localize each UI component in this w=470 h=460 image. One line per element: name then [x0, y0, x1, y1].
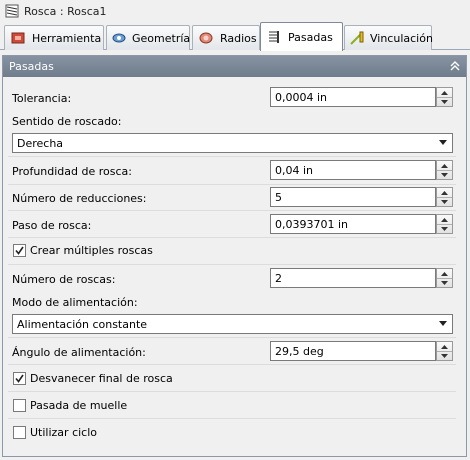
- feed-angle-field[interactable]: 29,5 deg: [270, 341, 436, 361]
- spin-up-icon[interactable]: [437, 215, 452, 224]
- multiple-threads-checkbox[interactable]: Crear múltiples roscas: [13, 244, 153, 257]
- tab-pasadas[interactable]: Pasadas: [260, 22, 343, 51]
- reductions-field[interactable]: 5: [270, 187, 436, 207]
- thread-count-field[interactable]: 2: [270, 268, 436, 288]
- spin-down-icon[interactable]: [437, 351, 452, 360]
- tolerance-label: Tolerancia:: [12, 92, 72, 105]
- feed-angle-label: Ángulo de alimentación:: [12, 346, 146, 359]
- tab-bar: Herramienta Geometría Radios Pasadas Vin…: [0, 22, 470, 51]
- divider: [8, 337, 456, 338]
- reductions-spinner[interactable]: [436, 187, 453, 207]
- spring-pass-checkbox[interactable]: Pasada de muelle: [13, 399, 127, 412]
- title-bar: Rosca : Rosca1: [0, 0, 470, 22]
- collapse-icon[interactable]: [447, 58, 463, 74]
- spin-down-icon[interactable]: [437, 224, 452, 233]
- tab-radios[interactable]: Radios: [192, 25, 260, 50]
- direction-label: Sentido de roscado:: [12, 115, 122, 128]
- feed-angle-spinner[interactable]: [436, 341, 453, 361]
- direction-select[interactable]: Derecha: [12, 133, 453, 153]
- divider: [8, 264, 456, 265]
- spin-down-icon[interactable]: [437, 97, 452, 106]
- pitch-label: Paso de rosca:: [12, 219, 92, 232]
- checkbox-box[interactable]: [13, 426, 26, 439]
- checkbox-box[interactable]: [13, 244, 26, 257]
- tolerance-field[interactable]: 0,0004 in: [270, 87, 436, 107]
- tolerance-spinner[interactable]: [436, 87, 453, 107]
- panel-title: Pasadas: [9, 60, 54, 73]
- geometry-icon: [111, 30, 127, 46]
- spin-down-icon[interactable]: [437, 197, 452, 206]
- check-icon: [15, 374, 24, 383]
- thread-count-label: Número de roscas:: [12, 273, 116, 286]
- pitch-spinner[interactable]: [436, 214, 453, 234]
- spin-down-icon[interactable]: [437, 278, 452, 287]
- tab-vinculacion[interactable]: Vinculación: [344, 25, 433, 50]
- window-title: Rosca : Rosca1: [24, 4, 107, 18]
- reductions-label: Número de reducciones:: [12, 192, 147, 205]
- radii-icon: [197, 30, 215, 46]
- checkbox-box[interactable]: [13, 372, 26, 385]
- feed-mode-select[interactable]: Alimentación constante: [12, 314, 453, 334]
- spin-up-icon[interactable]: [437, 161, 452, 170]
- spin-up-icon[interactable]: [437, 342, 452, 351]
- checkbox-box[interactable]: [13, 399, 26, 412]
- fade-thread-end-checkbox[interactable]: Desvanecer final de rosca: [13, 372, 173, 385]
- thread-count-spinner[interactable]: [436, 268, 453, 288]
- spin-up-icon[interactable]: [437, 269, 452, 278]
- chevron-down-icon: [439, 321, 447, 326]
- depth-field[interactable]: 0,04 in: [270, 160, 436, 180]
- thread-icon: [5, 4, 19, 18]
- divider: [8, 418, 456, 419]
- depth-spinner[interactable]: [436, 160, 453, 180]
- tool-icon: [9, 30, 27, 46]
- depth-label: Profundidad de rosca:: [12, 165, 132, 178]
- spin-up-icon[interactable]: [437, 188, 452, 197]
- pitch-field[interactable]: 0,0393701 in: [270, 214, 436, 234]
- divider: [8, 237, 456, 238]
- panel-header: Pasadas: [3, 56, 466, 77]
- spin-down-icon[interactable]: [437, 170, 452, 179]
- divider: [8, 184, 456, 185]
- tab-herramienta[interactable]: Herramienta: [4, 25, 104, 50]
- feed-mode-label: Modo de alimentación:: [12, 296, 138, 309]
- check-icon: [15, 246, 24, 255]
- linking-icon: [349, 30, 365, 46]
- passes-icon: [265, 29, 283, 45]
- divider: [8, 210, 456, 211]
- chevron-down-icon: [439, 140, 447, 145]
- spin-up-icon[interactable]: [437, 88, 452, 97]
- tab-geometria[interactable]: Geometría: [106, 25, 190, 50]
- divider: [8, 364, 456, 365]
- divider: [8, 156, 456, 157]
- use-cycle-checkbox[interactable]: Utilizar ciclo: [13, 426, 97, 439]
- divider: [8, 391, 456, 392]
